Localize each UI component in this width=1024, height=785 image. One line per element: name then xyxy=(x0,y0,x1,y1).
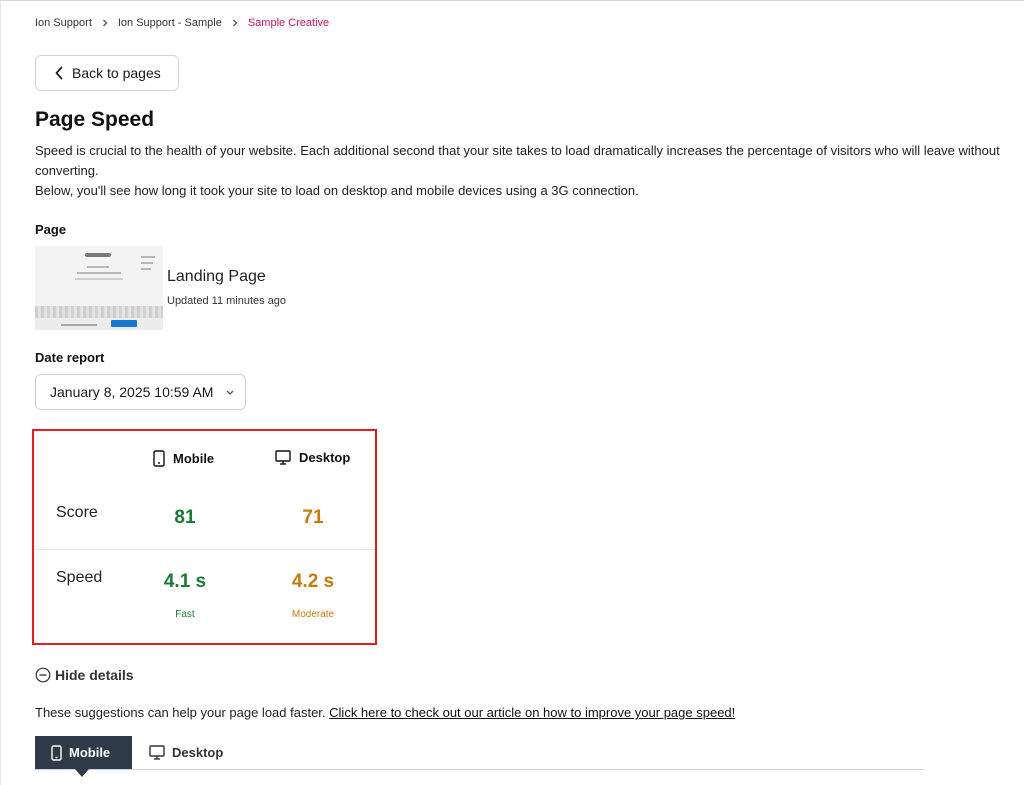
thumbnail-cta xyxy=(111,320,137,327)
score-row-label: Score xyxy=(56,504,98,521)
mobile-icon xyxy=(51,744,62,761)
page-updated-time: Updated 11 minutes ago xyxy=(167,295,287,307)
mobile-speed-rating: Fast xyxy=(175,609,195,620)
page-thumbnail[interactable] xyxy=(35,246,163,330)
thumbnail-nav-line xyxy=(141,256,155,258)
tab-mobile[interactable]: Mobile xyxy=(35,736,132,769)
chevron-left-icon xyxy=(55,66,63,80)
back-to-pages-button[interactable]: Back to pages xyxy=(35,55,179,91)
active-tab-indicator xyxy=(75,769,89,777)
mobile-score: 81 xyxy=(174,507,196,528)
date-report-select[interactable]: January 8, 2025 10:59 AM xyxy=(35,374,246,410)
desktop-column-label: Desktop xyxy=(299,450,351,465)
tab-desktop-label: Desktop xyxy=(172,745,224,760)
page-section-label: Page xyxy=(35,222,67,237)
chevron-right-icon xyxy=(232,19,238,27)
tab-desktop[interactable]: Desktop xyxy=(147,736,223,769)
suggestions-text: These suggestions can help your page loa… xyxy=(35,705,735,720)
breadcrumb-item-ion-support[interactable]: Ion Support xyxy=(35,17,92,29)
improve-speed-article-link[interactable]: Click here to check out our article on h… xyxy=(329,705,735,720)
hide-details-toggle[interactable]: Hide details xyxy=(35,667,134,683)
breadcrumb-item-ion-support-sample[interactable]: Ion Support - Sample xyxy=(118,17,222,29)
mobile-column-header: Mobile xyxy=(153,450,214,467)
desktop-icon xyxy=(149,745,165,760)
chevron-down-icon xyxy=(226,390,234,395)
thumbnail-text-line xyxy=(75,278,123,280)
thumbnail-text-line xyxy=(77,272,121,274)
thumbnail-nav-line xyxy=(141,268,151,270)
row-divider xyxy=(34,549,375,550)
thumbnail-image-band xyxy=(35,306,163,318)
thumbnail-logo xyxy=(85,253,111,257)
page-name[interactable]: Landing Page xyxy=(167,268,266,286)
thumbnail-text-line xyxy=(87,266,109,268)
thumbnail-footer xyxy=(35,318,163,330)
tab-mobile-label: Mobile xyxy=(69,745,111,760)
breadcrumb-item-current: Sample Creative xyxy=(247,17,330,29)
minus-circle-icon xyxy=(35,667,51,683)
mobile-column-label: Mobile xyxy=(173,451,215,466)
desktop-speed: 4.2 s xyxy=(291,571,335,592)
speed-row-label: Speed xyxy=(56,569,103,586)
desktop-speed-rating: Moderate xyxy=(291,609,335,620)
date-report-label: Date report xyxy=(35,350,105,365)
mobile-icon xyxy=(153,450,165,467)
desktop-column-header: Desktop xyxy=(275,450,350,465)
back-button-label: Back to pages xyxy=(72,65,161,81)
page-description: Speed is crucial to the health of your w… xyxy=(35,143,1000,178)
speed-results-panel: Mobile Desktop Score 81 71 Speed 4.1 s 4… xyxy=(32,429,377,645)
thumbnail-footer-text xyxy=(61,324,97,326)
page-title: Page Speed xyxy=(35,108,155,131)
breadcrumb: Ion Support Ion Support - Sample Sample … xyxy=(35,17,329,29)
suggestions-intro: These suggestions can help your page loa… xyxy=(35,705,326,720)
thumbnail-nav-line xyxy=(141,262,153,264)
desktop-icon xyxy=(275,450,291,465)
mobile-speed: 4.1 s xyxy=(163,571,207,592)
date-report-value: January 8, 2025 10:59 AM xyxy=(50,384,214,400)
hide-details-label: Hide details xyxy=(55,667,134,683)
page-speed-view: Ion Support Ion Support - Sample Sample … xyxy=(0,0,1024,785)
device-tabs: Mobile Desktop xyxy=(35,736,924,777)
desktop-score: 71 xyxy=(302,507,324,528)
chevron-right-icon xyxy=(102,19,108,27)
page-description-secondary: Below, you'll see how long it took your … xyxy=(35,183,639,198)
